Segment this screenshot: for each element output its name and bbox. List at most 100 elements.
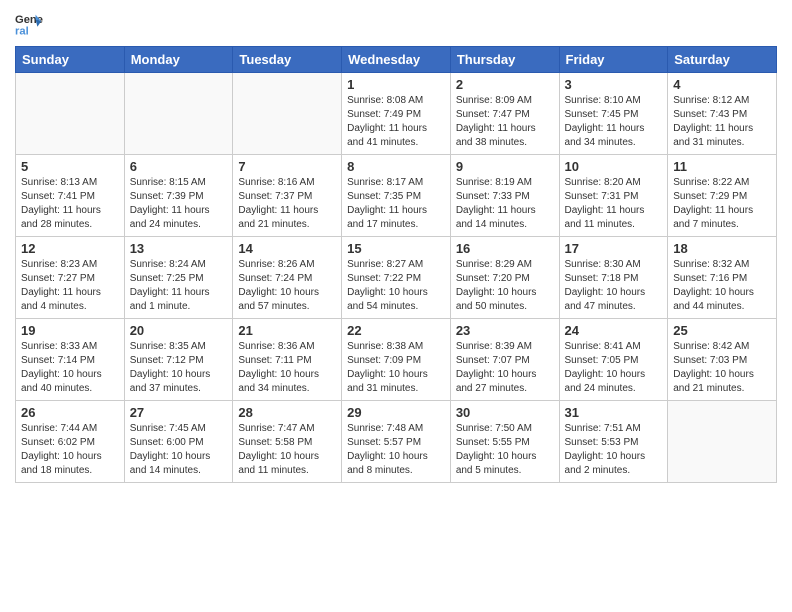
day-info: Sunrise: 8:15 AM Sunset: 7:39 PM Dayligh…	[130, 176, 228, 232]
day-number: 26	[21, 405, 119, 420]
weekday-header: Monday	[124, 47, 233, 73]
day-number: 17	[565, 241, 663, 256]
day-number: 24	[565, 323, 663, 338]
calendar-cell: 27Sunrise: 7:45 AM Sunset: 6:00 PM Dayli…	[124, 401, 233, 483]
day-number: 4	[673, 77, 771, 92]
weekday-header: Saturday	[668, 47, 777, 73]
calendar-cell: 22 Sunrise: 8:38 AM Sunset: 7:09 PM Dayli…	[342, 319, 451, 401]
day-info: Sunrise: 8:33 AM Sunset: 7:14 PM Dayligh…	[21, 340, 119, 396]
weekday-header: Friday	[559, 47, 668, 73]
day-info: Sunrise: 8:42 AM Sunset: 7:03 PM Dayligh…	[673, 340, 771, 396]
calendar-cell: 18 Sunrise: 8:32 AM Sunset: 7:16 PM Dayli…	[668, 237, 777, 319]
calendar-cell: 29 Sunrise: 7:48 AM Sunset: 5:57 PM Dayli…	[342, 401, 451, 483]
day-number: 16	[456, 241, 554, 256]
day-number: 6	[130, 159, 228, 174]
day-number: 8	[347, 159, 445, 174]
calendar-cell: 15 Sunrise: 8:27 AM Sunset: 7:22 PM Dayli…	[342, 237, 451, 319]
calendar-cell: 25 Sunrise: 8:42 AM Sunset: 7:03 PM Dayli…	[668, 319, 777, 401]
weekday-header: Wednesday	[342, 47, 451, 73]
day-info: Sunrise: 7:51 AM Sunset: 5:53 PM Dayligh…	[565, 422, 663, 478]
day-number: 10	[565, 159, 663, 174]
calendar-cell: 3 Sunrise: 8:10 AM Sunset: 7:45 PM Daylig…	[559, 73, 668, 155]
day-info: Sunrise: 8:08 AM Sunset: 7:49 PM Dayligh…	[347, 94, 445, 150]
calendar-cell: 7 Sunrise: 8:16 AM Sunset: 7:37 PM Daylig…	[233, 155, 342, 237]
calendar-week-row: 12Sunrise: 8:23 AM Sunset: 7:27 PM Dayli…	[16, 237, 777, 319]
day-info: Sunrise: 8:26 AM Sunset: 7:24 PM Dayligh…	[238, 258, 336, 314]
weekday-header: Sunday	[16, 47, 125, 73]
day-number: 1	[347, 77, 445, 92]
day-number: 19	[21, 323, 119, 338]
day-info: Sunrise: 8:12 AM Sunset: 7:43 PM Dayligh…	[673, 94, 771, 150]
calendar-cell: 2Sunrise: 8:09 AM Sunset: 7:47 PM Daylig…	[450, 73, 559, 155]
calendar-cell: 11 Sunrise: 8:22 AM Sunset: 7:29 PM Dayli…	[668, 155, 777, 237]
calendar-cell	[16, 73, 125, 155]
day-info: Sunrise: 8:13 AM Sunset: 7:41 PM Dayligh…	[21, 176, 119, 232]
day-number: 29	[347, 405, 445, 420]
day-number: 25	[673, 323, 771, 338]
day-info: Sunrise: 8:16 AM Sunset: 7:37 PM Dayligh…	[238, 176, 336, 232]
day-number: 22	[347, 323, 445, 338]
day-info: Sunrise: 8:35 AM Sunset: 7:12 PM Dayligh…	[130, 340, 228, 396]
calendar-cell: 28 Sunrise: 7:47 AM Sunset: 5:58 PM Dayli…	[233, 401, 342, 483]
day-info: Sunrise: 8:38 AM Sunset: 7:09 PM Dayligh…	[347, 340, 445, 396]
day-info: Sunrise: 7:44 AM Sunset: 6:02 PM Dayligh…	[21, 422, 119, 478]
day-number: 14	[238, 241, 336, 256]
day-info: Sunrise: 8:17 AM Sunset: 7:35 PM Dayligh…	[347, 176, 445, 232]
calendar-cell: 31Sunrise: 7:51 AM Sunset: 5:53 PM Dayli…	[559, 401, 668, 483]
day-number: 15	[347, 241, 445, 256]
day-number: 30	[456, 405, 554, 420]
calendar-cell: 16 Sunrise: 8:29 AM Sunset: 7:20 PM Dayli…	[450, 237, 559, 319]
day-number: 13	[130, 241, 228, 256]
calendar-cell: 17Sunrise: 8:30 AM Sunset: 7:18 PM Dayli…	[559, 237, 668, 319]
day-info: Sunrise: 7:47 AM Sunset: 5:58 PM Dayligh…	[238, 422, 336, 478]
calendar-week-row: 1 Sunrise: 8:08 AM Sunset: 7:49 PM Daylig…	[16, 73, 777, 155]
day-number: 9	[456, 159, 554, 174]
day-info: Sunrise: 8:39 AM Sunset: 7:07 PM Dayligh…	[456, 340, 554, 396]
calendar-cell: 13 Sunrise: 8:24 AM Sunset: 7:25 PM Dayli…	[124, 237, 233, 319]
weekday-header-row: SundayMondayTuesdayWednesdayThursdayFrid…	[16, 47, 777, 73]
calendar-cell: 26 Sunrise: 7:44 AM Sunset: 6:02 PM Dayli…	[16, 401, 125, 483]
calendar-cell: 9Sunrise: 8:19 AM Sunset: 7:33 PM Daylig…	[450, 155, 559, 237]
calendar-cell: 1 Sunrise: 8:08 AM Sunset: 7:49 PM Daylig…	[342, 73, 451, 155]
day-info: Sunrise: 8:41 AM Sunset: 7:05 PM Dayligh…	[565, 340, 663, 396]
day-info: Sunrise: 8:10 AM Sunset: 7:45 PM Dayligh…	[565, 94, 663, 150]
day-number: 11	[673, 159, 771, 174]
day-number: 23	[456, 323, 554, 338]
calendar-week-row: 19 Sunrise: 8:33 AM Sunset: 7:14 PM Dayli…	[16, 319, 777, 401]
calendar-cell: 10Sunrise: 8:20 AM Sunset: 7:31 PM Dayli…	[559, 155, 668, 237]
calendar-cell: 6 Sunrise: 8:15 AM Sunset: 7:39 PM Daylig…	[124, 155, 233, 237]
calendar-cell: 23 Sunrise: 8:39 AM Sunset: 7:07 PM Dayli…	[450, 319, 559, 401]
calendar-cell	[124, 73, 233, 155]
calendar-cell: 12Sunrise: 8:23 AM Sunset: 7:27 PM Dayli…	[16, 237, 125, 319]
day-info: Sunrise: 8:27 AM Sunset: 7:22 PM Dayligh…	[347, 258, 445, 314]
day-info: Sunrise: 8:24 AM Sunset: 7:25 PM Dayligh…	[130, 258, 228, 314]
day-info: Sunrise: 8:09 AM Sunset: 7:47 PM Dayligh…	[456, 94, 554, 150]
day-info: Sunrise: 8:29 AM Sunset: 7:20 PM Dayligh…	[456, 258, 554, 314]
calendar-cell: 14 Sunrise: 8:26 AM Sunset: 7:24 PM Dayli…	[233, 237, 342, 319]
calendar-cell: 20 Sunrise: 8:35 AM Sunset: 7:12 PM Dayli…	[124, 319, 233, 401]
calendar-cell	[668, 401, 777, 483]
day-info: Sunrise: 8:36 AM Sunset: 7:11 PM Dayligh…	[238, 340, 336, 396]
day-number: 20	[130, 323, 228, 338]
day-number: 3	[565, 77, 663, 92]
calendar-cell	[233, 73, 342, 155]
day-info: Sunrise: 8:32 AM Sunset: 7:16 PM Dayligh…	[673, 258, 771, 314]
calendar-week-row: 5Sunrise: 8:13 AM Sunset: 7:41 PM Daylig…	[16, 155, 777, 237]
day-info: Sunrise: 7:45 AM Sunset: 6:00 PM Dayligh…	[130, 422, 228, 478]
calendar-cell: 5Sunrise: 8:13 AM Sunset: 7:41 PM Daylig…	[16, 155, 125, 237]
svg-text:ral: ral	[15, 25, 29, 37]
day-number: 21	[238, 323, 336, 338]
calendar-cell: 30Sunrise: 7:50 AM Sunset: 5:55 PM Dayli…	[450, 401, 559, 483]
calendar-cell: 24 Sunrise: 8:41 AM Sunset: 7:05 PM Dayli…	[559, 319, 668, 401]
day-number: 18	[673, 241, 771, 256]
calendar-cell: 21 Sunrise: 8:36 AM Sunset: 7:11 PM Dayli…	[233, 319, 342, 401]
weekday-header: Thursday	[450, 47, 559, 73]
day-number: 12	[21, 241, 119, 256]
day-info: Sunrise: 8:22 AM Sunset: 7:29 PM Dayligh…	[673, 176, 771, 232]
day-number: 28	[238, 405, 336, 420]
day-number: 7	[238, 159, 336, 174]
calendar-week-row: 26 Sunrise: 7:44 AM Sunset: 6:02 PM Dayli…	[16, 401, 777, 483]
logo-icon: Gene ral	[15, 10, 43, 38]
page-header: Gene ral	[15, 10, 777, 38]
day-info: Sunrise: 7:48 AM Sunset: 5:57 PM Dayligh…	[347, 422, 445, 478]
